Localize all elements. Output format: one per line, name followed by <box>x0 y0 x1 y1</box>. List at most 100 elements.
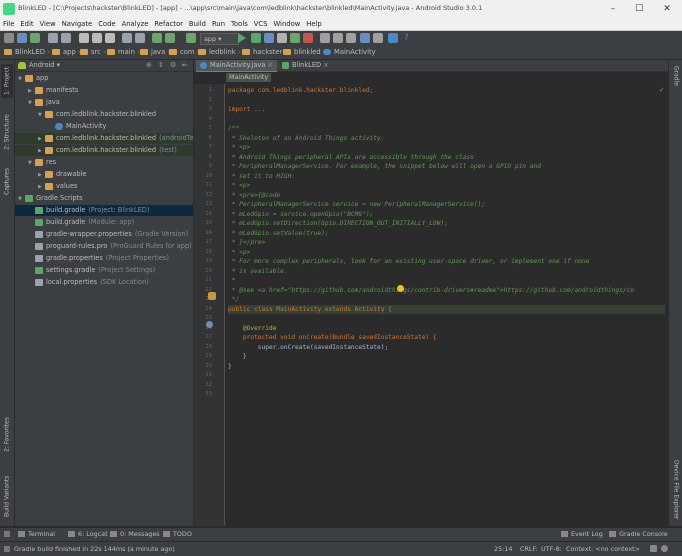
menu-refactor[interactable]: Refactor <box>151 18 186 30</box>
tree-node[interactable]: ▶ values <box>15 181 193 192</box>
tree-node[interactable]: MainActivity <box>15 121 193 132</box>
tree-node[interactable]: ▶ drawable <box>15 169 193 180</box>
paste-icon[interactable] <box>105 33 115 43</box>
inspector-icon[interactable] <box>661 545 668 552</box>
nav-crumb-src[interactable]: src › <box>80 48 106 56</box>
line-separator[interactable]: CRLF: <box>520 545 538 553</box>
caret-position[interactable]: 25:14 <box>494 545 512 553</box>
tree-node[interactable]: settings.gradle (Project Settings) <box>15 265 193 276</box>
nav-crumb-java[interactable]: java › <box>140 48 170 56</box>
tree-node[interactable]: ▼ java <box>15 97 193 108</box>
save-all-icon[interactable] <box>17 33 27 43</box>
file-encoding[interactable]: UTF-8: <box>541 545 562 553</box>
expand-arrow-icon[interactable]: ▼ <box>18 74 25 85</box>
debug-icon[interactable] <box>251 33 261 43</box>
tab-project[interactable]: 1: Project <box>1 64 13 98</box>
expand-arrow-icon[interactable]: ▼ <box>28 158 35 169</box>
nav-crumb-project[interactable]: BlinkLED › <box>4 48 50 56</box>
run-icon[interactable] <box>238 33 246 43</box>
attach-debugger-icon[interactable] <box>290 33 300 43</box>
menu-build[interactable]: Build <box>186 18 209 30</box>
project-view-select[interactable]: Android ▾ <box>29 61 60 69</box>
bookmark-icon[interactable] <box>208 292 216 300</box>
stop-icon[interactable] <box>303 33 313 43</box>
expand-arrow-icon[interactable]: ▼ <box>18 194 25 205</box>
tab-favorites[interactable]: 2: Favorites <box>1 414 13 456</box>
editor-breadcrumb[interactable]: MainActivity <box>226 73 272 82</box>
tree-node[interactable]: build.gradle (Project: BlinkLED) <box>15 205 193 216</box>
tree-node[interactable]: ▼ res <box>15 157 193 168</box>
expand-arrow-icon[interactable]: ▼ <box>38 110 45 121</box>
tab-captures[interactable]: Captures <box>1 166 13 198</box>
tree-node[interactable]: ▶ manifests <box>15 85 193 96</box>
tab-structure[interactable]: 2: Structure <box>1 112 13 152</box>
search-everywhere-icon[interactable] <box>388 33 398 43</box>
toggle-tool-windows-icon[interactable] <box>4 531 10 537</box>
nav-crumb-ledblink[interactable]: ledblink › <box>198 48 241 56</box>
status-message[interactable]: Gradle build finished in 22s 144ms (a mi… <box>14 545 175 553</box>
replace-icon[interactable] <box>135 33 145 43</box>
tree-node[interactable]: gradle-wrapper.properties (Gradle Version… <box>15 229 193 240</box>
expand-arrow-icon[interactable]: ▶ <box>38 170 45 181</box>
locate-file-icon[interactable]: ⊕ <box>146 61 152 69</box>
nav-crumb-blinkled[interactable]: blinkled › <box>283 48 326 56</box>
tool-logcat[interactable]: 6: Logcat <box>68 530 108 538</box>
menu-navigate[interactable]: Navigate <box>59 18 96 30</box>
sync-icon[interactable] <box>30 33 40 43</box>
menu-window[interactable]: Window <box>270 18 303 30</box>
project-structure-icon[interactable] <box>360 33 370 43</box>
tool-terminal[interactable]: Terminal <box>18 530 55 538</box>
run-config-select[interactable]: app ▾ <box>200 33 239 45</box>
expand-arrow-icon[interactable]: ▶ <box>38 182 45 193</box>
tool-todo[interactable]: TODO <box>163 530 192 538</box>
override-icon[interactable] <box>206 321 213 328</box>
tree-node[interactable]: ▼ Gradle Scripts <box>15 193 193 204</box>
lightbulb-icon[interactable] <box>397 285 404 292</box>
gradle-sync-icon[interactable] <box>320 33 330 43</box>
tree-node[interactable]: gradle.properties (Project Properties) <box>15 253 193 264</box>
find-icon[interactable] <box>122 33 132 43</box>
nav-crumb-hackster[interactable]: hackster › <box>242 48 287 56</box>
lock-icon[interactable] <box>650 545 657 552</box>
tab-device-file-explorer[interactable]: Device File Explorer <box>670 458 682 522</box>
help-icon[interactable]: ? <box>404 33 414 43</box>
expand-arrow-icon[interactable]: ▼ <box>28 98 35 109</box>
open-folder-icon[interactable] <box>4 33 14 43</box>
coverage-icon[interactable] <box>264 33 274 43</box>
code-editor[interactable]: package com.ledblink.hackster.blinkled; i… <box>225 84 668 526</box>
copy-icon[interactable] <box>92 33 102 43</box>
tab-build-variants[interactable]: Build Variants <box>1 470 13 522</box>
android-icon[interactable] <box>373 33 383 43</box>
forward-icon[interactable] <box>165 33 175 43</box>
tab-gradle[interactable]: Gradle <box>670 64 682 88</box>
gear-icon[interactable]: ⚙ <box>170 61 176 69</box>
maximize-button[interactable]: ☐ <box>632 3 646 15</box>
expand-arrow-icon[interactable]: ▶ <box>28 86 35 97</box>
hide-panel-icon[interactable]: ⇤ <box>182 61 188 69</box>
menu-edit[interactable]: Edit <box>17 18 36 30</box>
avd-manager-icon[interactable] <box>333 33 343 43</box>
menu-file[interactable]: File <box>0 18 17 30</box>
profile-icon[interactable] <box>277 33 287 43</box>
menu-run[interactable]: Run <box>209 18 228 30</box>
menu-vcs[interactable]: VCS <box>251 18 271 30</box>
make-project-icon[interactable] <box>186 33 196 43</box>
cut-icon[interactable] <box>79 33 89 43</box>
menu-help[interactable]: Help <box>303 18 325 30</box>
minimize-button[interactable]: – <box>606 3 620 15</box>
editor-tab-blinkled[interactable]: BlinkLED × <box>278 60 333 71</box>
tree-node[interactable]: build.gradle (Module: app) <box>15 217 193 228</box>
tool-gradle-console[interactable]: Gradle Console <box>609 530 668 538</box>
sdk-manager-icon[interactable] <box>346 33 356 43</box>
tree-node[interactable]: local.properties (SDK Location) <box>15 277 193 288</box>
expand-arrow-icon[interactable]: ▶ <box>38 134 45 145</box>
menu-code[interactable]: Code <box>95 18 118 30</box>
status-icon[interactable] <box>4 546 10 552</box>
back-icon[interactable] <box>152 33 162 43</box>
menu-view[interactable]: View <box>37 18 59 30</box>
menu-analyze[interactable]: Analyze <box>119 18 152 30</box>
tool-event-log[interactable]: Event Log <box>561 530 603 538</box>
expand-arrow-icon[interactable]: ▶ <box>38 146 45 157</box>
close-button[interactable]: ✕ <box>660 3 674 15</box>
menu-tools[interactable]: Tools <box>228 18 251 30</box>
